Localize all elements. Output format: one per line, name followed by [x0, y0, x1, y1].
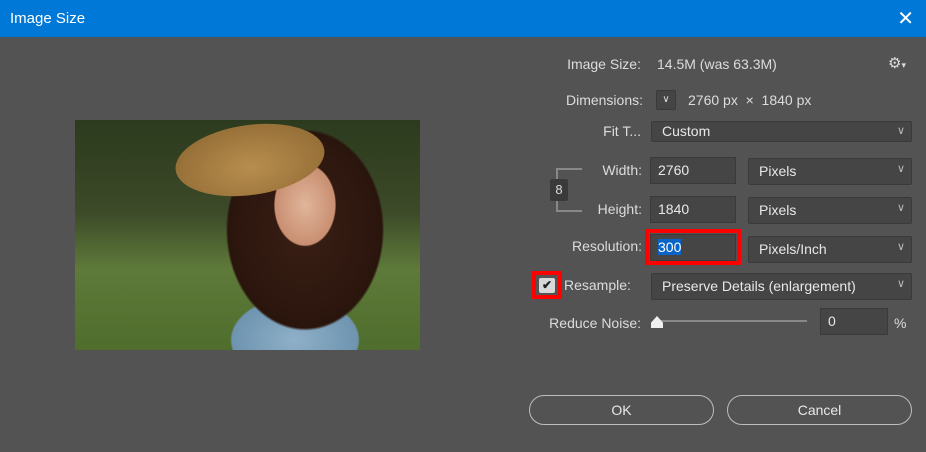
image-size-label: Image Size: — [567, 56, 641, 72]
reduce-noise-unit: % — [894, 315, 907, 331]
resample-label: Resample: — [564, 277, 631, 293]
chevron-down-icon: ∨ — [896, 241, 905, 253]
resolution-input[interactable]: 300 — [650, 234, 736, 261]
resample-checkbox[interactable]: ✔ — [539, 278, 555, 293]
resolution-label: Resolution: — [571, 238, 642, 254]
close-icon[interactable]: ✕ — [897, 6, 914, 31]
width-input[interactable]: 2760 — [650, 157, 736, 184]
width-label: Width: — [602, 162, 642, 178]
chevron-down-icon: ∨ — [896, 125, 905, 137]
reduce-noise-slider-track[interactable] — [657, 320, 807, 322]
resolution-unit: Pixels/Inch — [759, 241, 827, 257]
chevron-down-icon: ∨ — [896, 278, 905, 290]
fit-to-label: Fit T... — [603, 123, 641, 139]
gear-icon[interactable]: ⚙▾ — [888, 54, 906, 72]
reduce-noise-slider-thumb[interactable] — [651, 316, 663, 328]
fit-to-select[interactable]: Custom ∨ — [651, 121, 912, 142]
resample-select[interactable]: Preserve Details (enlargement) ∨ — [651, 273, 912, 300]
link-icon[interactable]: 8 — [550, 179, 568, 201]
resolution-unit-select[interactable]: Pixels/Inch ∨ — [748, 236, 912, 263]
reduce-noise-input[interactable]: 0 — [820, 308, 888, 335]
chevron-down-icon: ∨ — [896, 202, 905, 214]
resample-value: Preserve Details (enlargement) — [662, 278, 856, 294]
ok-button[interactable]: OK — [529, 395, 714, 425]
title-bar: Image Size ✕ — [0, 0, 926, 37]
fit-to-value: Custom — [662, 123, 711, 139]
height-unit-select[interactable]: Pixels ∨ — [748, 197, 912, 224]
window-title: Image Size — [10, 10, 86, 27]
image-size-value: 14.5M (was 63.3M) — [657, 56, 777, 72]
height-unit: Pixels — [759, 202, 797, 218]
dimensions-label: Dimensions: — [565, 92, 643, 108]
height-input[interactable]: 1840 — [650, 196, 736, 223]
width-unit-select[interactable]: Pixels ∨ — [748, 158, 912, 185]
width-unit: Pixels — [759, 163, 797, 179]
resolution-value: 300 — [658, 239, 682, 255]
reduce-noise-label: Reduce Noise: — [549, 315, 641, 331]
dimensions-units-dropdown[interactable]: ∨ — [656, 90, 676, 110]
chevron-down-icon: ∨ — [896, 163, 905, 175]
dimensions-value: 2760 px × 1840 px — [688, 92, 812, 108]
preview-hat — [170, 120, 330, 206]
image-preview — [75, 120, 420, 350]
cancel-button[interactable]: Cancel — [727, 395, 912, 425]
height-label: Height: — [597, 201, 642, 217]
